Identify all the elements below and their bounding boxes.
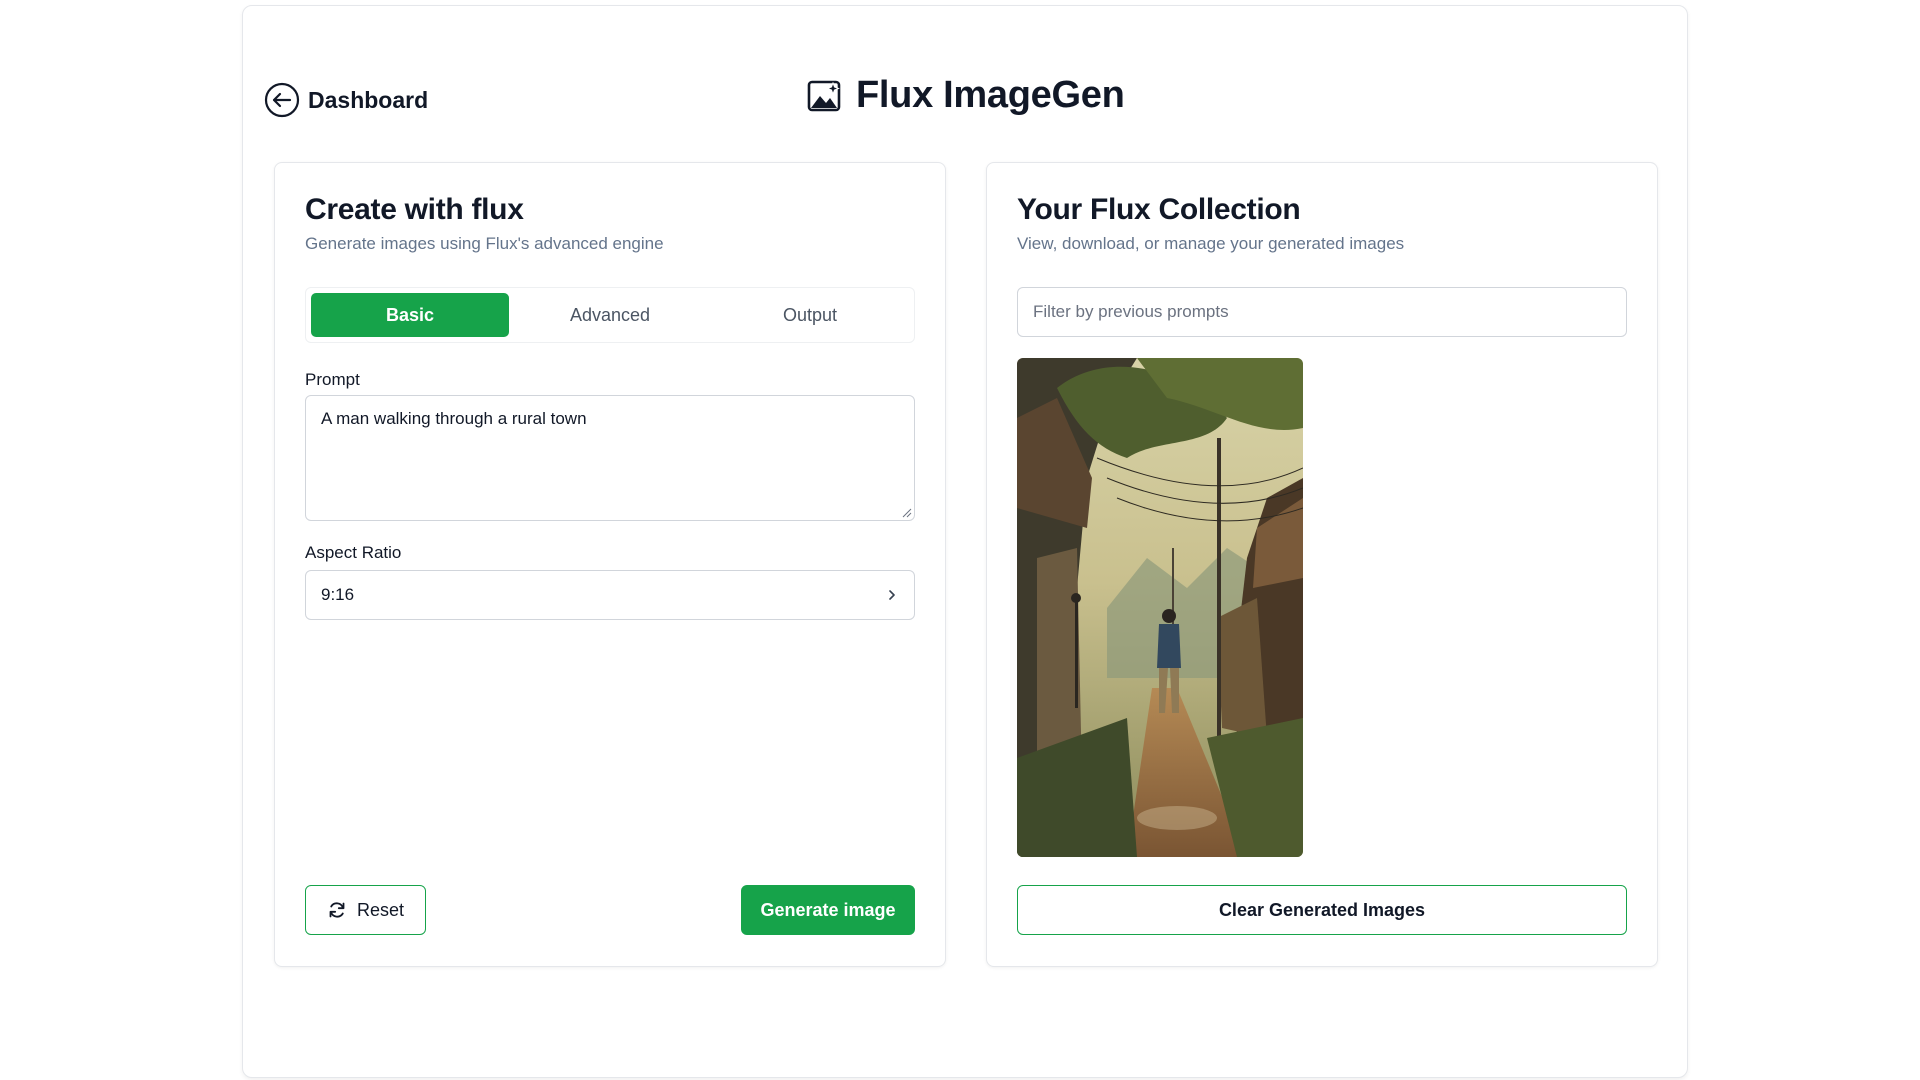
- collection-panel-subtitle: View, download, or manage your generated…: [1017, 234, 1405, 253]
- generated-image-thumbnail[interactable]: [1017, 358, 1303, 857]
- prompt-label: Prompt: [305, 370, 360, 389]
- generate-image-button[interactable]: Generate image: [741, 885, 915, 935]
- reset-button[interactable]: Reset: [305, 885, 426, 935]
- prompt-filter-input[interactable]: [1017, 287, 1627, 337]
- reset-label: Reset: [356, 899, 405, 920]
- aspect-ratio-select[interactable]: 9:16: [305, 570, 915, 620]
- app-title-text: Flux ImageGen: [856, 74, 1125, 116]
- image-sparkle-icon: [807, 80, 841, 111]
- resize-grip-icon[interactable]: [902, 508, 912, 518]
- collection-panel: Your Flux Collection View, download, or …: [986, 162, 1658, 967]
- create-panel-title: Create with flux: [305, 193, 524, 226]
- prompt-value: A man walking through a rural town: [321, 409, 587, 428]
- tab-output[interactable]: Output: [711, 293, 909, 337]
- mode-tabs: Basic Advanced Output: [305, 287, 915, 343]
- create-panel: Create with flux Generate images using F…: [274, 162, 946, 967]
- collection-panel-title: Your Flux Collection: [1017, 193, 1301, 226]
- back-link-label: Dashboard: [308, 86, 429, 113]
- chevron-right-icon: [889, 590, 895, 600]
- back-to-dashboard-link[interactable]: Dashboard: [264, 82, 428, 118]
- aspect-ratio-value: 9:16: [321, 585, 355, 604]
- generated-image: [1017, 358, 1303, 857]
- tab-advanced[interactable]: Advanced: [511, 293, 709, 337]
- arrow-left-circle-icon: [264, 82, 300, 118]
- app-title: Flux ImageGen: [806, 74, 1125, 117]
- prompt-textarea[interactable]: A man walking through a rural town: [305, 395, 915, 521]
- clear-generated-images-button[interactable]: Clear Generated Images: [1017, 885, 1627, 935]
- refresh-icon: [329, 902, 345, 918]
- tab-basic[interactable]: Basic: [311, 293, 509, 337]
- aspect-ratio-label: Aspect Ratio: [305, 543, 402, 562]
- create-panel-subtitle: Generate images using Flux's advanced en…: [305, 234, 664, 253]
